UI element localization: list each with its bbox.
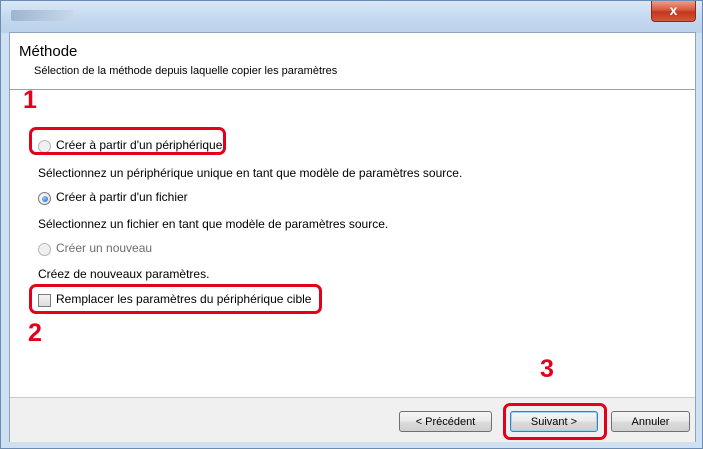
step-1-number: 1 bbox=[23, 86, 37, 114]
radio-label-create-from-file[interactable]: Créer à partir d'un fichier bbox=[56, 190, 188, 204]
step-3-number: 3 bbox=[540, 355, 554, 383]
cancel-button[interactable]: Annuler bbox=[611, 411, 690, 432]
highlight-overwrite-checkbox bbox=[29, 284, 322, 314]
dialog-window: x Méthode Sélection de la méthode depuis… bbox=[0, 0, 703, 449]
previous-button[interactable]: < Précédent bbox=[399, 411, 492, 432]
step-2-number: 2 bbox=[28, 319, 42, 347]
highlight-create-from-device bbox=[29, 127, 226, 155]
wizard-header: Méthode Sélection de la méthode depuis l… bbox=[10, 33, 695, 83]
description-create-from-file: Sélectionnez un fichier en tant que modè… bbox=[38, 217, 389, 231]
radio-label-create-new[interactable]: Créer un nouveau bbox=[56, 241, 152, 255]
header-divider bbox=[10, 89, 695, 90]
description-create-new: Créez de nouveaux paramètres. bbox=[38, 267, 210, 281]
description-create-from-device: Sélectionnez un périphérique unique en t… bbox=[38, 166, 463, 180]
radio-create-new[interactable] bbox=[38, 243, 51, 256]
close-button[interactable]: x bbox=[651, 1, 696, 22]
page-title: Méthode bbox=[19, 43, 78, 60]
window-title-placeholder bbox=[11, 10, 73, 21]
page-subtitle: Sélection de la méthode depuis laquelle … bbox=[34, 65, 338, 77]
highlight-next-button bbox=[503, 403, 607, 440]
radio-create-from-file[interactable] bbox=[38, 192, 51, 205]
title-bar: x bbox=[1, 1, 702, 33]
wizard-client-area: Méthode Sélection de la méthode depuis l… bbox=[9, 32, 696, 442]
